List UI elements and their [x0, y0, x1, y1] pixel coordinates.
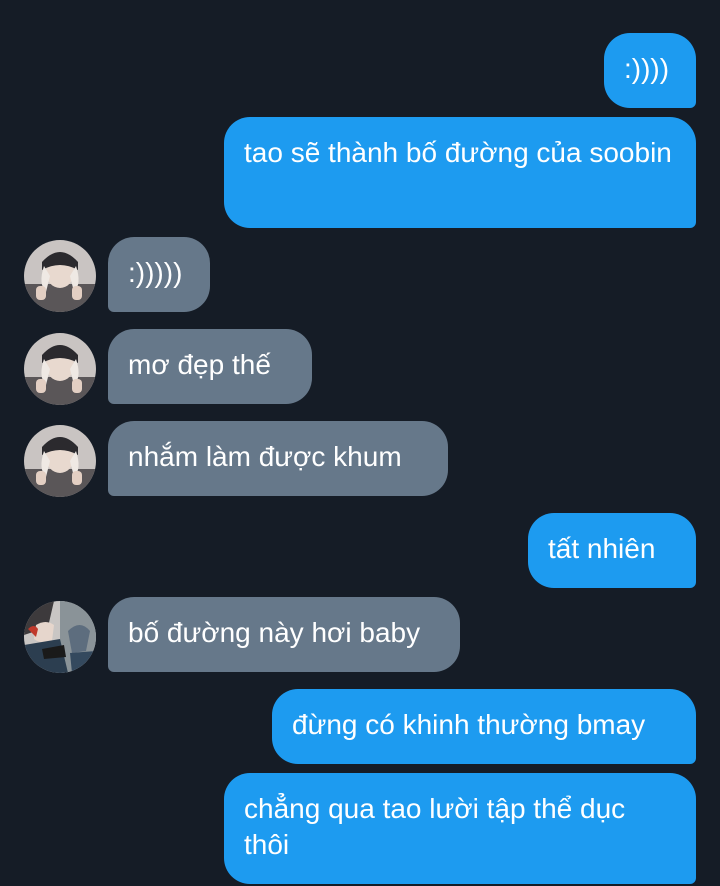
avatar-user-1[interactable] — [24, 240, 96, 312]
message-text: bố đường này hơi baby — [128, 617, 421, 648]
message-bubble-received[interactable]: :))))) — [108, 237, 210, 312]
message-bubble-sent[interactable]: chẳng qua tao lười tập thể dục thôi — [224, 773, 696, 884]
message-bubble-received[interactable]: mơ đẹp thế — [108, 329, 312, 404]
message-bubble-received[interactable]: nhắm làm được khum — [108, 421, 448, 496]
avatar-photo-icon — [24, 601, 96, 673]
message-text: :))))) — [128, 257, 183, 288]
message-text: đừng có khinh thường bmay — [292, 709, 646, 740]
avatar-photo-icon — [24, 333, 96, 405]
message-text: chẳng qua tao lười tập thể dục thôi — [244, 793, 626, 860]
message-bubble-sent[interactable]: :)))) — [604, 33, 696, 108]
avatar-photo-icon — [24, 240, 96, 312]
message-text: tất nhiên — [548, 533, 656, 564]
message-bubble-sent[interactable]: tao sẽ thành bố đường của soobin — [224, 117, 696, 228]
message-text: nhắm làm được khum — [128, 441, 402, 472]
message-bubble-sent[interactable]: đừng có khinh thường bmay — [272, 689, 696, 764]
avatar-photo-icon — [24, 425, 96, 497]
message-text: tao sẽ thành bố đường của soobin — [244, 137, 672, 168]
avatar-user-1[interactable] — [24, 333, 96, 405]
message-bubble-sent[interactable]: tất nhiên — [528, 513, 696, 588]
message-bubble-received[interactable]: bố đường này hơi baby — [108, 597, 460, 672]
avatar-user-1[interactable] — [24, 425, 96, 497]
message-text: :)))) — [624, 53, 670, 84]
message-text: mơ đẹp thế — [128, 349, 271, 380]
avatar-user-2[interactable] — [24, 601, 96, 673]
